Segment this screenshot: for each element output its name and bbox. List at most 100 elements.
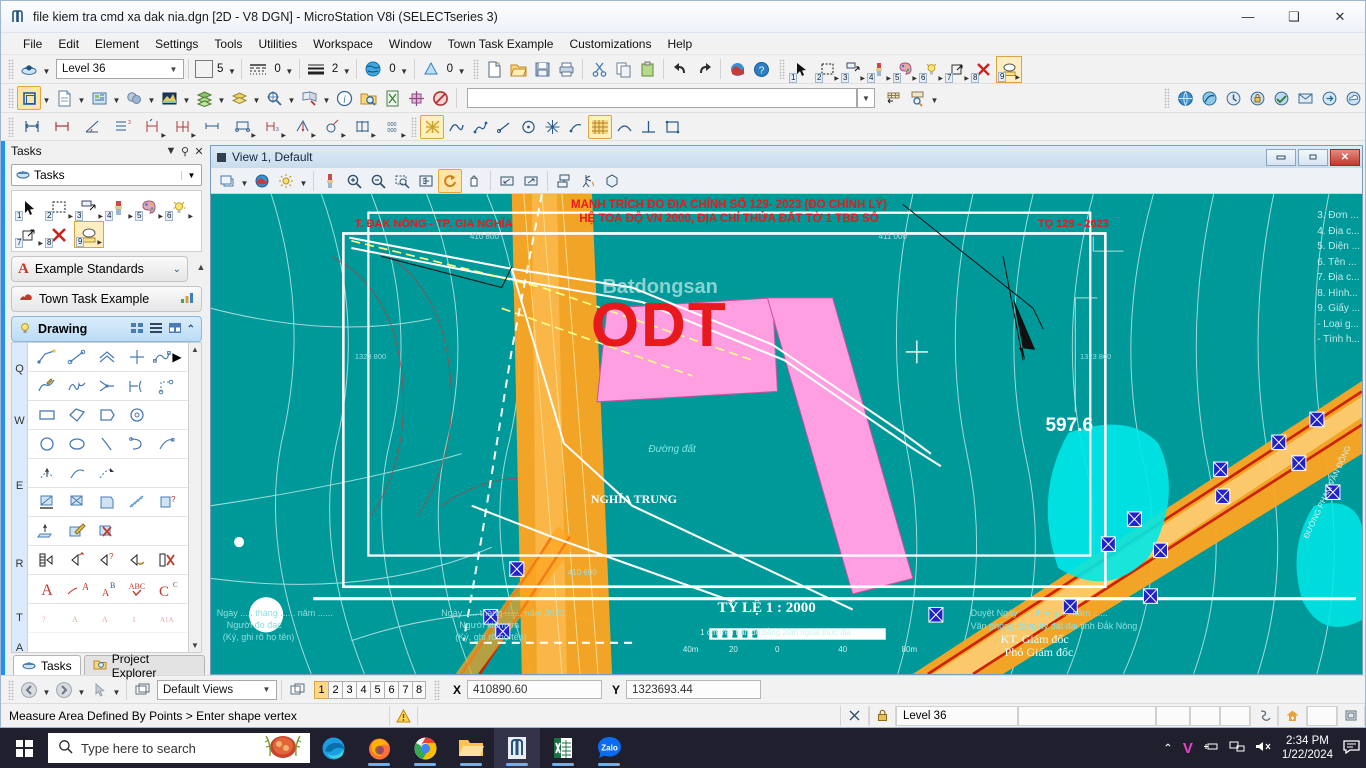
fit-view-icon[interactable] bbox=[414, 169, 438, 193]
markup-icon[interactable] bbox=[404, 86, 428, 110]
place-point-icon[interactable] bbox=[540, 115, 564, 139]
dimension-location-icon[interactable] bbox=[197, 113, 227, 140]
analyze-icon[interactable] bbox=[380, 86, 404, 110]
menu-element[interactable]: Element bbox=[87, 35, 147, 53]
place-line-icon[interactable] bbox=[62, 345, 92, 369]
taskbar-app-firefox-icon[interactable] bbox=[356, 728, 402, 768]
change-text-attributes-icon[interactable]: CC bbox=[152, 577, 182, 601]
views-combo[interactable]: Default Views ▼ bbox=[157, 679, 277, 700]
layout-grid-icon[interactable] bbox=[130, 322, 144, 337]
chevron-down-icon[interactable]: ▼ bbox=[164, 145, 178, 157]
zoom-in-icon[interactable] bbox=[342, 169, 366, 193]
menu-workspace[interactable]: Workspace bbox=[305, 35, 381, 53]
task-delete-element-icon[interactable]: 8 bbox=[970, 56, 996, 83]
taskbar-clock[interactable]: 2:34 PM 1/22/2024 bbox=[1282, 734, 1333, 762]
tasks-scroll-up[interactable]: ▲ bbox=[194, 262, 208, 272]
task-nav-grip[interactable] bbox=[779, 59, 786, 79]
place-quarter-ellipse-icon[interactable] bbox=[152, 432, 182, 456]
text-tool-more4-icon[interactable]: 1 bbox=[122, 606, 152, 630]
element-info-icon[interactable]: i bbox=[332, 86, 356, 110]
new-file-icon[interactable] bbox=[482, 57, 506, 81]
food-widget-icon[interactable] bbox=[260, 733, 306, 763]
chevron-down-icon[interactable]: ⌄ bbox=[173, 264, 181, 275]
tool-settings-icon[interactable] bbox=[1337, 705, 1365, 726]
status-empty-field-5[interactable] bbox=[1307, 705, 1337, 726]
place-multiline-icon[interactable] bbox=[92, 345, 122, 369]
forward-arrow-icon[interactable] bbox=[52, 678, 76, 702]
dimension-grip[interactable] bbox=[8, 116, 14, 137]
tab-project-explorer[interactable]: Project Explorer bbox=[83, 652, 205, 680]
quick-tool-element-selection-icon[interactable]: 1 bbox=[14, 194, 44, 221]
line-weight-icon[interactable] bbox=[304, 57, 328, 81]
place-point-icon[interactable] bbox=[122, 345, 152, 369]
taskbar-app-zalo-icon[interactable]: Zalo bbox=[586, 728, 632, 768]
status-empty-field-4[interactable] bbox=[1220, 705, 1250, 726]
copy-icon[interactable] bbox=[611, 57, 635, 81]
place-stream-icon[interactable] bbox=[32, 374, 62, 398]
network-icon[interactable] bbox=[1229, 740, 1245, 756]
transparency-dropdown[interactable]: ▼ bbox=[456, 57, 467, 81]
active-level-dropdown[interactable]: ▼ bbox=[41, 57, 52, 81]
place-shape-icon[interactable] bbox=[62, 403, 92, 427]
chevron-down-icon[interactable]: ▼ bbox=[166, 65, 181, 74]
pan-view-icon[interactable] bbox=[462, 169, 486, 193]
taskbar-app-microstation-icon[interactable] bbox=[494, 728, 540, 768]
view-toggle-6[interactable]: 6 bbox=[384, 680, 398, 699]
taskbar-app-file-explorer-icon[interactable] bbox=[448, 728, 494, 768]
hatch-area-icon[interactable] bbox=[588, 114, 612, 139]
taskbar-app-excel-icon[interactable] bbox=[540, 728, 586, 768]
place-arc-icon[interactable] bbox=[492, 115, 516, 139]
bentley-cloud-icon[interactable] bbox=[1341, 86, 1365, 110]
copy-view-icon[interactable] bbox=[552, 169, 576, 193]
quick-tool-pattern-icon[interactable]: 5 ▶ bbox=[134, 194, 164, 221]
search-input[interactable]: Type here to search bbox=[48, 733, 310, 763]
dimension-size-arrow-icon[interactable]: ▶ bbox=[137, 113, 167, 140]
view-toggle-7[interactable]: 7 bbox=[398, 680, 412, 699]
place-half-ellipse-icon[interactable] bbox=[122, 432, 152, 456]
terrain-model-icon[interactable] bbox=[157, 86, 181, 110]
task-copy-element-icon[interactable]: 3 ▶ bbox=[840, 56, 866, 83]
display-style-dropdown[interactable]: ▼ bbox=[298, 169, 309, 193]
keyin-input[interactable] bbox=[467, 88, 857, 108]
primary-grip[interactable] bbox=[8, 88, 14, 108]
view-window-toggle-icon[interactable] bbox=[286, 678, 310, 702]
menu-edit[interactable]: Edit bbox=[50, 35, 87, 53]
view-toggle-3[interactable]: 3 bbox=[342, 680, 356, 699]
element-class-icon[interactable] bbox=[361, 57, 385, 81]
pattern-area-icon[interactable] bbox=[92, 490, 122, 514]
quick-tool-copy-element-icon[interactable]: 3 ▶ bbox=[74, 194, 104, 221]
edit-text-icon[interactable]: AB bbox=[92, 577, 122, 601]
place-line-icon[interactable] bbox=[468, 115, 492, 139]
view-display-style-icon[interactable] bbox=[250, 169, 274, 193]
hatch-area-icon[interactable] bbox=[32, 490, 62, 514]
place-orthogonal-shape-icon[interactable] bbox=[92, 403, 122, 427]
line-weight-dropdown[interactable]: ▼ bbox=[341, 57, 352, 81]
view-previous-icon[interactable] bbox=[495, 169, 519, 193]
status-empty-field-3[interactable] bbox=[1190, 705, 1220, 726]
quick-tool-place-fence-icon[interactable]: 2 ▶ bbox=[44, 194, 74, 221]
update-view-icon[interactable] bbox=[318, 169, 342, 193]
help-icon[interactable]: ? bbox=[749, 57, 773, 81]
place-fence-snap-icon[interactable] bbox=[881, 86, 905, 110]
place-arc-icon[interactable] bbox=[92, 432, 122, 456]
status-level-field[interactable]: Level 36 bbox=[896, 705, 1018, 726]
undo-icon[interactable] bbox=[668, 57, 692, 81]
chevron-down-icon[interactable]: ▼ bbox=[259, 685, 274, 694]
level-manager-icon[interactable] bbox=[192, 86, 216, 110]
place-note-icon[interactable]: A bbox=[62, 577, 92, 601]
dimension-linear-icon[interactable] bbox=[47, 113, 77, 140]
cut-icon[interactable] bbox=[587, 57, 611, 81]
x-coordinate-field[interactable]: 410890.60 bbox=[467, 680, 603, 699]
place-curve-icon[interactable]: ▶ bbox=[152, 345, 182, 369]
view-close-button[interactable]: ✕ bbox=[1330, 148, 1360, 166]
window-area-icon[interactable] bbox=[390, 169, 414, 193]
back-arrow-icon[interactable] bbox=[17, 678, 41, 702]
warning-icon[interactable] bbox=[389, 705, 418, 726]
status-empty-field-1[interactable] bbox=[1018, 705, 1156, 726]
text-tool-more2-icon[interactable]: A bbox=[62, 606, 92, 630]
line-style-dropdown[interactable]: ▼ bbox=[284, 57, 295, 81]
transparency-icon[interactable] bbox=[419, 57, 443, 81]
view-attributes-icon[interactable] bbox=[215, 169, 239, 193]
status-empty-field-2[interactable] bbox=[1156, 705, 1190, 726]
task-section-drawing[interactable]: Drawing ⌃ bbox=[11, 316, 202, 342]
